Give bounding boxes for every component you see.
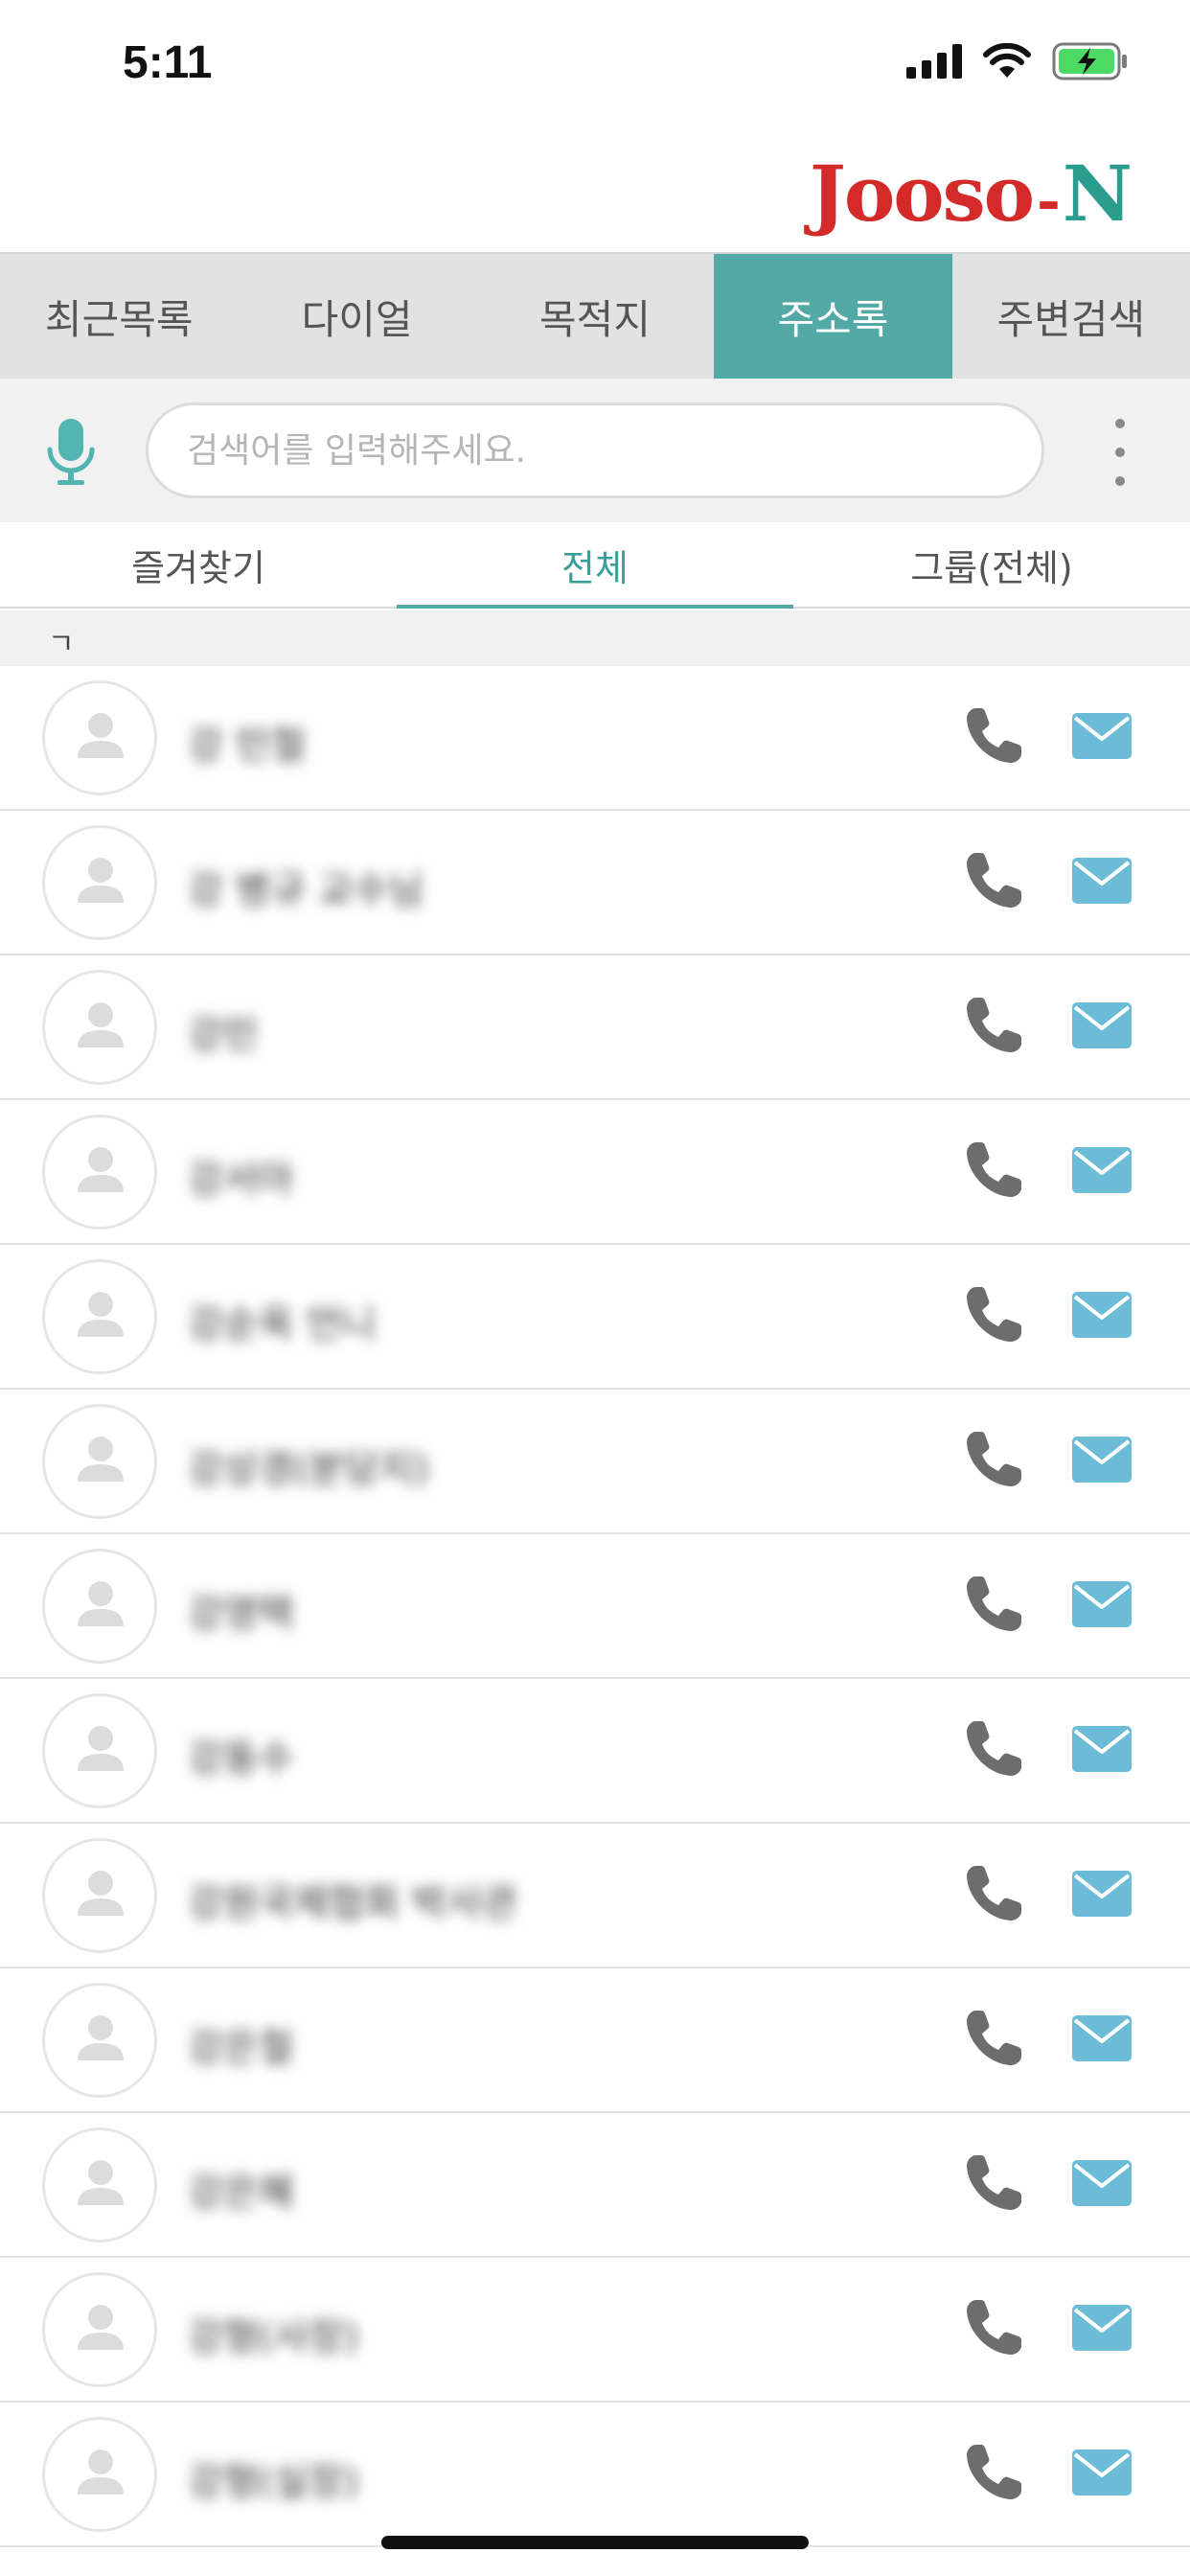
mail-icon[interactable] — [1071, 1146, 1133, 1194]
mail-icon[interactable] — [1071, 712, 1133, 760]
phone-icon[interactable] — [962, 1717, 1025, 1781]
avatar — [42, 1838, 157, 1953]
contact-name[interactable]: 강서아 — [188, 1148, 293, 1204]
tab-nearby-search[interactable]: 주변검색 — [952, 254, 1190, 379]
logo-text-main: Jooso — [810, 149, 1035, 239]
mail-icon[interactable] — [1071, 857, 1133, 905]
search-row — [0, 379, 1190, 522]
microphone-icon[interactable] — [42, 417, 100, 486]
contact-name[interactable]: 강민 — [188, 1003, 259, 1059]
tab-recent[interactable]: 최근목록 — [0, 254, 238, 379]
tab-address-book[interactable]: 주소록 — [714, 254, 952, 379]
phone-icon[interactable] — [962, 1428, 1025, 1491]
contact-name[interactable]: 강형(사장) — [188, 2306, 358, 2361]
wifi-icon — [983, 43, 1031, 78]
contact-name[interactable]: 강은철 — [188, 2016, 293, 2072]
phone-icon[interactable] — [962, 2296, 1025, 2359]
contact-row[interactable]: 강순옥 언니 — [0, 1245, 1190, 1390]
contact-row[interactable]: 강서아 — [0, 1100, 1190, 1245]
avatar — [42, 825, 157, 940]
section-header-label: ㄱ — [48, 628, 75, 661]
subtab-group[interactable]: 그룹(전체) — [793, 522, 1190, 607]
logo-dash: - — [1036, 168, 1061, 235]
avatar — [42, 1983, 157, 2098]
contact-row[interactable]: 강은혜 — [0, 2113, 1190, 2258]
app-header: Jooso - N — [0, 129, 1190, 254]
contact-row[interactable]: 강형(사장) — [0, 2258, 1190, 2403]
mail-icon[interactable] — [1071, 2014, 1133, 2062]
sub-tabs: 즐겨찾기 전체 그룹(전체) — [0, 522, 1190, 609]
avatar — [42, 680, 157, 795]
contact-name[interactable]: 강 병규 교수님 — [188, 859, 423, 914]
phone-icon[interactable] — [962, 1283, 1025, 1346]
signal-icon — [906, 44, 962, 79]
subtab-all[interactable]: 전체 — [397, 522, 793, 609]
home-indicator — [381, 2536, 809, 2549]
contact-list: 강 민철강 병규 교수님강민강서아강순옥 언니강상경(분당지) 강영택강동수강원국… — [0, 666, 1190, 2547]
subtab-favorites[interactable]: 즐겨찾기 — [0, 522, 397, 607]
contact-row[interactable]: 강형(실장) — [0, 2403, 1190, 2547]
contact-row[interactable]: 강동수 — [0, 1679, 1190, 1824]
contact-row[interactable]: 강원국제협회 박사관 — [0, 1824, 1190, 1968]
avatar — [42, 1549, 157, 1664]
mail-icon[interactable] — [1071, 2304, 1133, 2352]
status-bar: 5:11 — [0, 0, 1190, 129]
contact-row[interactable]: 강은철 — [0, 1968, 1190, 2113]
section-header: ㄱ — [0, 610, 1190, 666]
contact-row[interactable]: 강영택 — [0, 1534, 1190, 1679]
avatar — [42, 2272, 157, 2387]
contact-name[interactable]: 강형(실장) — [188, 2450, 358, 2506]
phone-icon[interactable] — [962, 994, 1025, 1057]
avatar — [42, 1259, 157, 1374]
avatar — [42, 2417, 157, 2532]
search-box — [146, 402, 1044, 498]
mail-icon[interactable] — [1071, 2449, 1133, 2496]
avatar — [42, 2128, 157, 2242]
battery-charging-icon — [1052, 42, 1127, 80]
more-vertical-icon[interactable] — [1113, 419, 1127, 486]
status-icons — [906, 42, 1129, 80]
search-input[interactable] — [187, 430, 1041, 471]
mail-icon[interactable] — [1071, 1870, 1133, 1918]
phone-icon[interactable] — [962, 2007, 1025, 2070]
phone-icon[interactable] — [962, 2151, 1025, 2215]
contact-name[interactable]: 강원국제협회 박사관 — [188, 1872, 517, 1927]
tab-destination[interactable]: 목적지 — [476, 254, 714, 379]
status-time: 5:11 — [123, 37, 213, 88]
contact-name[interactable]: 강순옥 언니 — [188, 1293, 377, 1348]
phone-icon[interactable] — [962, 1862, 1025, 1925]
phone-icon[interactable] — [962, 2441, 1025, 2504]
avatar — [42, 1115, 157, 1230]
contact-row[interactable]: 강상경(분당지) — [0, 1390, 1190, 1534]
mail-icon[interactable] — [1071, 1436, 1133, 1484]
avatar — [42, 1404, 157, 1519]
mail-icon[interactable] — [1071, 1580, 1133, 1628]
phone-icon[interactable] — [962, 1138, 1025, 1202]
contact-name[interactable]: 강상경(분당지) — [188, 1438, 429, 1493]
contact-row[interactable]: 강 병규 교수님 — [0, 811, 1190, 955]
contact-row[interactable]: 강 민철 — [0, 666, 1190, 811]
contact-name[interactable]: 강 민철 — [188, 714, 306, 770]
mail-icon[interactable] — [1071, 1725, 1133, 1773]
mail-icon[interactable] — [1071, 2159, 1133, 2207]
main-tabs: 최근목록 다이얼 목적지 주소록 주변검색 — [0, 254, 1190, 379]
tab-dial[interactable]: 다이얼 — [238, 254, 475, 379]
avatar — [42, 1693, 157, 1808]
mail-icon[interactable] — [1071, 1291, 1133, 1339]
mail-icon[interactable] — [1071, 1001, 1133, 1049]
contact-name[interactable]: 강동수 — [188, 1727, 293, 1782]
avatar — [42, 970, 157, 1085]
logo-text-n: N — [1062, 149, 1133, 239]
contact-row[interactable]: 강민 — [0, 955, 1190, 1100]
contact-name[interactable]: 강영택 — [188, 1582, 293, 1638]
phone-icon[interactable] — [962, 849, 1025, 912]
phone-icon[interactable] — [962, 704, 1025, 768]
contact-name[interactable]: 강은혜 — [188, 2161, 293, 2217]
app-logo: Jooso - N — [810, 149, 1133, 239]
phone-icon[interactable] — [962, 1573, 1025, 1636]
